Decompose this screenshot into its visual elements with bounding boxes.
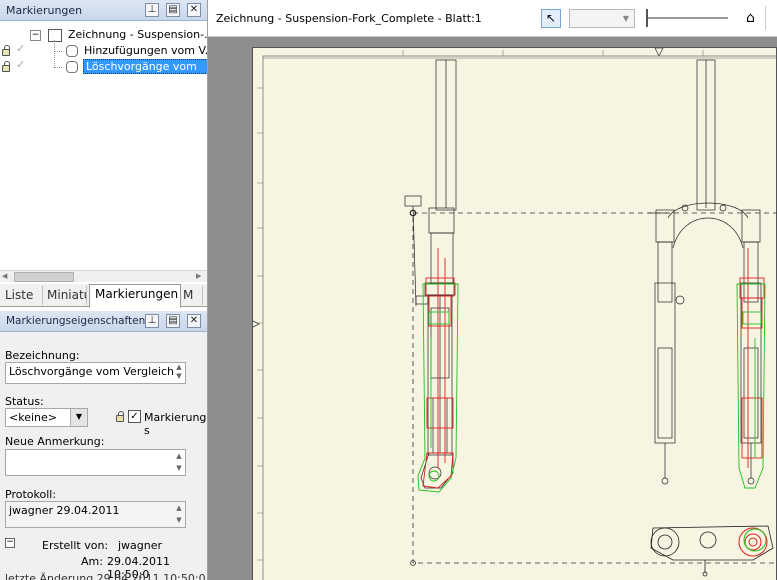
markup-icon <box>65 61 78 73</box>
status-label: Status: <box>5 395 44 408</box>
properties-title: Markierungseigenschaften <box>6 315 146 327</box>
collapse-icon[interactable]: − <box>5 538 15 548</box>
status-value: <keine> <box>9 411 57 424</box>
note-label: Neue Anmerkung: <box>5 435 105 448</box>
zoom-slider[interactable] <box>648 17 728 19</box>
scroll-thumb[interactable] <box>14 272 74 282</box>
check-icon: ✓ <box>16 58 26 71</box>
toolbar-overflow[interactable] <box>765 6 777 30</box>
name-field[interactable]: Löschvorgänge vom Vergleich ▲ ▼ <box>5 362 186 384</box>
panel-tabs: Liste Miniatu Markierungen M <box>0 284 207 308</box>
home-icon[interactable]: ⌂ <box>746 10 755 26</box>
close-icon[interactable]: ✕ <box>187 314 201 328</box>
log-spin-icon[interactable]: ▲ ▼ <box>173 502 185 527</box>
tree-horizontal-scrollbar[interactable]: ◀ ▶ <box>0 270 207 282</box>
note-field[interactable]: ▲ ▼ <box>5 449 186 476</box>
pin-icon[interactable]: ⊥ <box>145 314 159 328</box>
select-tool-icon[interactable]: ↖ <box>541 9 561 28</box>
zoom-combo[interactable]: ▼ <box>569 9 635 28</box>
document-header: Zeichnung - Suspension-Fork_Complete - B… <box>208 0 777 37</box>
log-value: jwagner 29.04.2011 <box>9 504 120 517</box>
dock-icon[interactable]: ▤ <box>166 3 180 17</box>
check-icon: ✓ <box>16 42 26 55</box>
tree-root-row[interactable]: − Zeichnung - Suspension-... <box>30 28 208 44</box>
mark-checkbox-label: Markierung s <box>144 411 207 437</box>
drawing-sheet <box>252 47 777 580</box>
name-value: Löschvorgänge vom Vergleich <box>9 365 175 378</box>
chevron-down-icon[interactable]: ▼ <box>70 409 87 426</box>
created-by-label: Erstellt von: <box>42 539 109 552</box>
markup-icon <box>65 45 78 57</box>
tab-markups[interactable]: Markierungen <box>89 284 181 308</box>
close-icon[interactable]: ✕ <box>187 3 201 17</box>
scroll-right-icon[interactable]: ▶ <box>196 272 201 280</box>
created-by-value: jwagner <box>118 539 163 552</box>
tab-more[interactable]: M <box>178 286 203 305</box>
date-label: Am: <box>81 555 103 568</box>
tab-list[interactable]: Liste <box>0 286 43 305</box>
markup-panel-title: Markierungen <box>6 4 83 17</box>
tree-item-additions[interactable]: Hinzufügungen vom V... <box>54 44 208 60</box>
note-spin-icon[interactable]: ▲ ▼ <box>173 450 185 475</box>
properties-titlebar: Markierungseigenschaften ⊥ ▤ ✕ <box>0 311 207 332</box>
last-row: letzte Änderung 29.04.2011 10:50:0 <box>5 572 206 580</box>
tree-item-deletions-label: Löschvorgänge vom <box>83 59 207 74</box>
chevron-down-icon[interactable]: ▼ <box>618 10 634 27</box>
name-spin-icon[interactable]: ▲ ▼ <box>173 363 185 383</box>
fork-drawing <box>253 48 777 580</box>
status-select[interactable]: <keine> ▼ <box>5 408 88 427</box>
tree-root-label: Zeichnung - Suspension-... <box>68 28 208 41</box>
log-field[interactable]: jwagner 29.04.2011 ▲ ▼ <box>5 501 186 528</box>
log-label: Protokoll: <box>5 488 57 501</box>
mark-checkbox[interactable]: ✓ <box>128 410 141 423</box>
lock-icon <box>116 411 124 422</box>
tab-thumbnails[interactable]: Miniatu <box>42 286 87 305</box>
dock-icon[interactable]: ▤ <box>166 314 180 328</box>
lock-icon[interactable] <box>2 45 10 56</box>
scroll-left-icon[interactable]: ◀ <box>2 272 7 280</box>
collapse-icon[interactable]: − <box>30 29 41 41</box>
document-title: Zeichnung - Suspension-Fork_Complete - B… <box>216 12 482 25</box>
name-label: Bezeichnung: <box>5 349 80 362</box>
drawing-canvas[interactable] <box>208 37 777 580</box>
tree-item-deletions[interactable]: Löschvorgänge vom <box>54 59 207 76</box>
tree-item-additions-label: Hinzufügungen vom V... <box>84 44 208 57</box>
markup-panel-titlebar: Markierungen ⊥ ▤ ✕ <box>0 0 207 21</box>
left-pane: Markierungen ⊥ ▤ ✕ − Zeichnung - Suspens… <box>0 0 208 580</box>
pin-icon[interactable]: ⊥ <box>145 3 159 17</box>
lock-icon[interactable] <box>2 61 10 72</box>
